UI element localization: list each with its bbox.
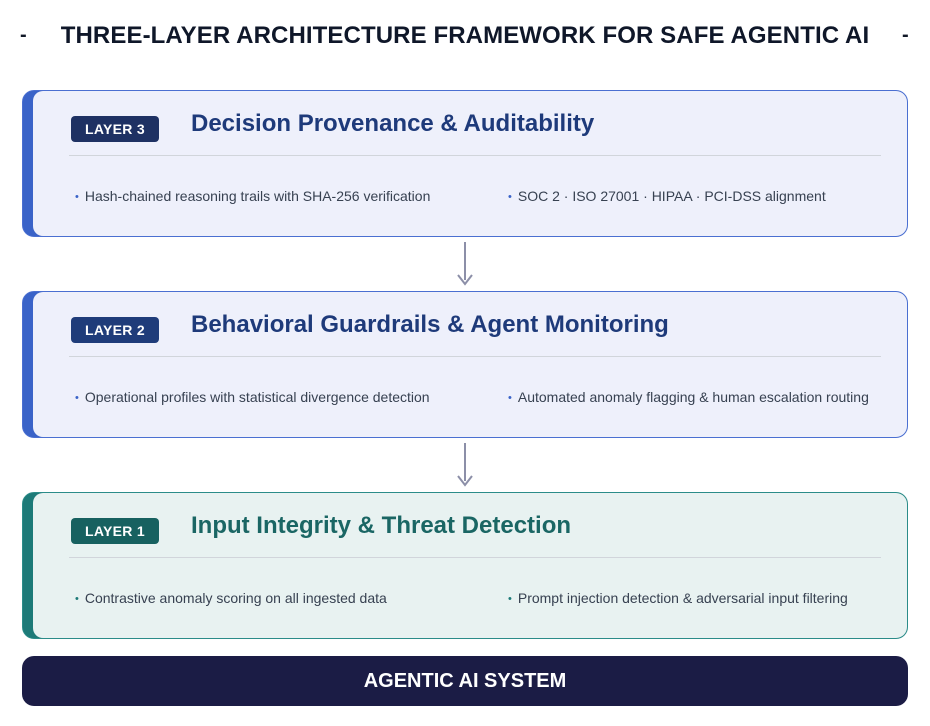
bullet-dot: • bbox=[508, 191, 512, 203]
layer-2-bullet-2: • Automated anomaly flagging & human esca… bbox=[508, 389, 869, 405]
layer-2-bullet-1: • Operational profiles with statistical d… bbox=[75, 389, 430, 405]
bullet-dot: • bbox=[508, 593, 512, 605]
layer-2-accent bbox=[23, 292, 33, 437]
layer-1-divider bbox=[69, 557, 881, 558]
layer-1-bullet-1-text: Contrastive anomaly scoring on all inges… bbox=[84, 590, 387, 606]
layer-2-title: Behavioral Guardrails & Agent Monitoring bbox=[191, 311, 669, 338]
layer-3-title: Decision Provenance & Auditability bbox=[191, 110, 595, 137]
layer-3-bullet-2-text: SOC 2 · ISO 27001 · HIPAA · PCI-DSS alig… bbox=[517, 188, 826, 204]
layer-1-accent bbox=[23, 493, 33, 638]
layer-2-divider bbox=[69, 356, 881, 357]
layer-2-badge: LAYER 2 bbox=[71, 317, 159, 343]
bullet-dot: • bbox=[75, 392, 79, 404]
layer-2-bullet-1-text: Operational profiles with statistical di… bbox=[84, 389, 430, 405]
layer-3-card: LAYER 3 Decision Provenance & Auditabili… bbox=[22, 90, 908, 237]
bullet-dot: • bbox=[508, 392, 512, 404]
layer-1-badge: LAYER 1 bbox=[71, 518, 159, 544]
layer-3-badge: LAYER 3 bbox=[71, 116, 159, 142]
layer-1-bullet-2-text: Prompt injection detection & adversarial… bbox=[517, 590, 848, 606]
arrow-down-icon bbox=[457, 443, 473, 487]
layer-3-body: LAYER 3 Decision Provenance & Auditabili… bbox=[33, 91, 907, 236]
bullet-dot: • bbox=[75, 593, 79, 605]
arrow-down-icon bbox=[457, 242, 473, 286]
layer-3-accent bbox=[23, 91, 33, 236]
layer-1-bullet-1: • Contrastive anomaly scoring on all inge… bbox=[75, 590, 387, 606]
layer-3-divider bbox=[69, 155, 881, 156]
layer-2-bullet-2-text: Automated anomaly flagging & human escal… bbox=[517, 389, 869, 405]
layer-1-bullet-2: • Prompt injection detection & adversaria… bbox=[508, 590, 848, 606]
layer-3-bullet-1: • Hash-chained reasoning trails with SHA-… bbox=[75, 188, 430, 204]
layer-2-body: LAYER 2 Behavioral Guardrails & Agent Mo… bbox=[33, 292, 907, 437]
layer-1-card: LAYER 1 Input Integrity & Threat Detecti… bbox=[22, 492, 908, 639]
bullet-dot: • bbox=[75, 191, 79, 203]
layer-1-title: Input Integrity & Threat Detection bbox=[191, 512, 572, 539]
layer-1-body: LAYER 1 Input Integrity & Threat Detecti… bbox=[33, 493, 907, 638]
title-dash-right: - bbox=[902, 24, 909, 46]
diagram-title: THREE-LAYER ARCHITECTURE FRAMEWORK FOR S… bbox=[60, 22, 870, 49]
layer-2-card: LAYER 2 Behavioral Guardrails & Agent Mo… bbox=[22, 291, 908, 438]
layer-3-bullet-1-text: Hash-chained reasoning trails with SHA-2… bbox=[84, 188, 431, 204]
layer-3-bullet-2: • SOC 2 · ISO 27001 · HIPAA · PCI-DSS ali… bbox=[508, 188, 826, 204]
agentic-ai-system-bar: AGENTIC AI SYSTEM bbox=[22, 656, 908, 706]
title-row: - THREE-LAYER ARCHITECTURE FRAMEWORK FOR… bbox=[0, 18, 930, 54]
